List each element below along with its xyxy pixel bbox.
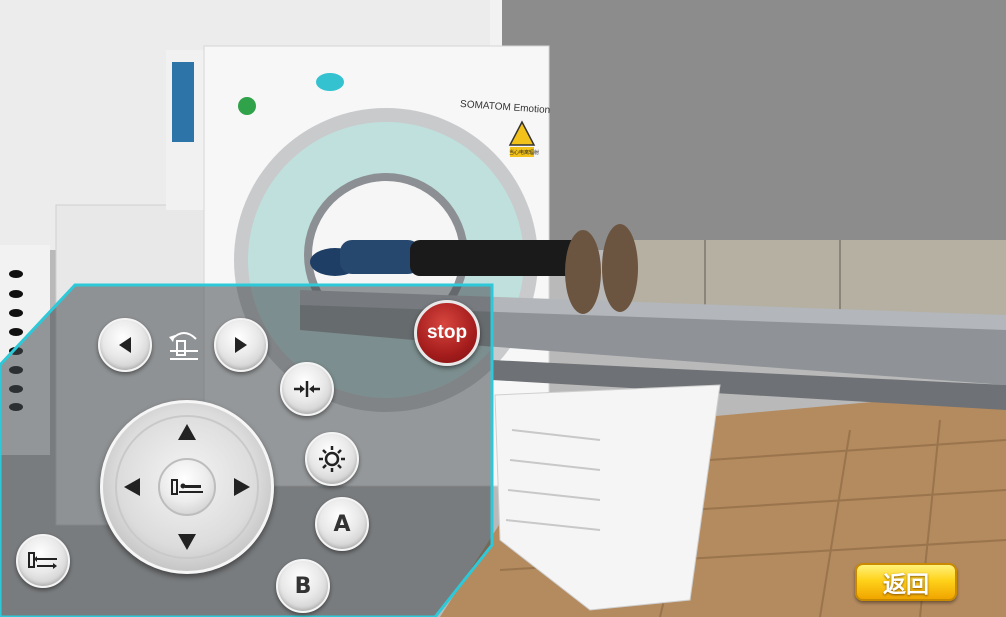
triangle-right-icon	[234, 478, 250, 496]
button-a[interactable]: A	[315, 497, 369, 551]
dpad-up-button[interactable]	[172, 417, 202, 447]
table-move-button[interactable]	[16, 534, 70, 588]
table-move-icon	[28, 552, 57, 569]
laser-align-icon	[294, 381, 320, 397]
patient-table-icon	[171, 479, 203, 495]
radiation-warning-text: 当心电离辐射	[509, 150, 540, 156]
dpad-left-button[interactable]	[117, 472, 147, 502]
triangle-right-icon	[235, 337, 247, 353]
button-a-label: A	[333, 511, 351, 537]
dpad-right-button[interactable]	[227, 472, 257, 502]
light-sun-icon	[319, 446, 345, 472]
rotate-left-button[interactable]	[98, 318, 152, 372]
triangle-up-icon	[178, 424, 196, 440]
dpad-center-button[interactable]	[158, 458, 216, 516]
stop-label: stop	[426, 322, 468, 343]
button-b-label: B	[294, 573, 312, 599]
button-b[interactable]: B	[276, 559, 330, 613]
dpad-down-button[interactable]	[172, 527, 202, 557]
laser-align-button[interactable]	[280, 362, 334, 416]
back-button[interactable]: 返回	[855, 563, 957, 601]
triangle-left-icon	[119, 337, 131, 353]
gantry-tilt-icon	[166, 329, 202, 363]
triangle-down-icon	[178, 534, 196, 550]
back-label: 返回	[883, 572, 929, 598]
triangle-left-icon	[124, 478, 140, 496]
stop-button[interactable]: stop	[414, 300, 480, 366]
table-direction-pad	[100, 400, 274, 574]
light-button[interactable]	[305, 432, 359, 486]
rotate-right-button[interactable]	[214, 318, 268, 372]
